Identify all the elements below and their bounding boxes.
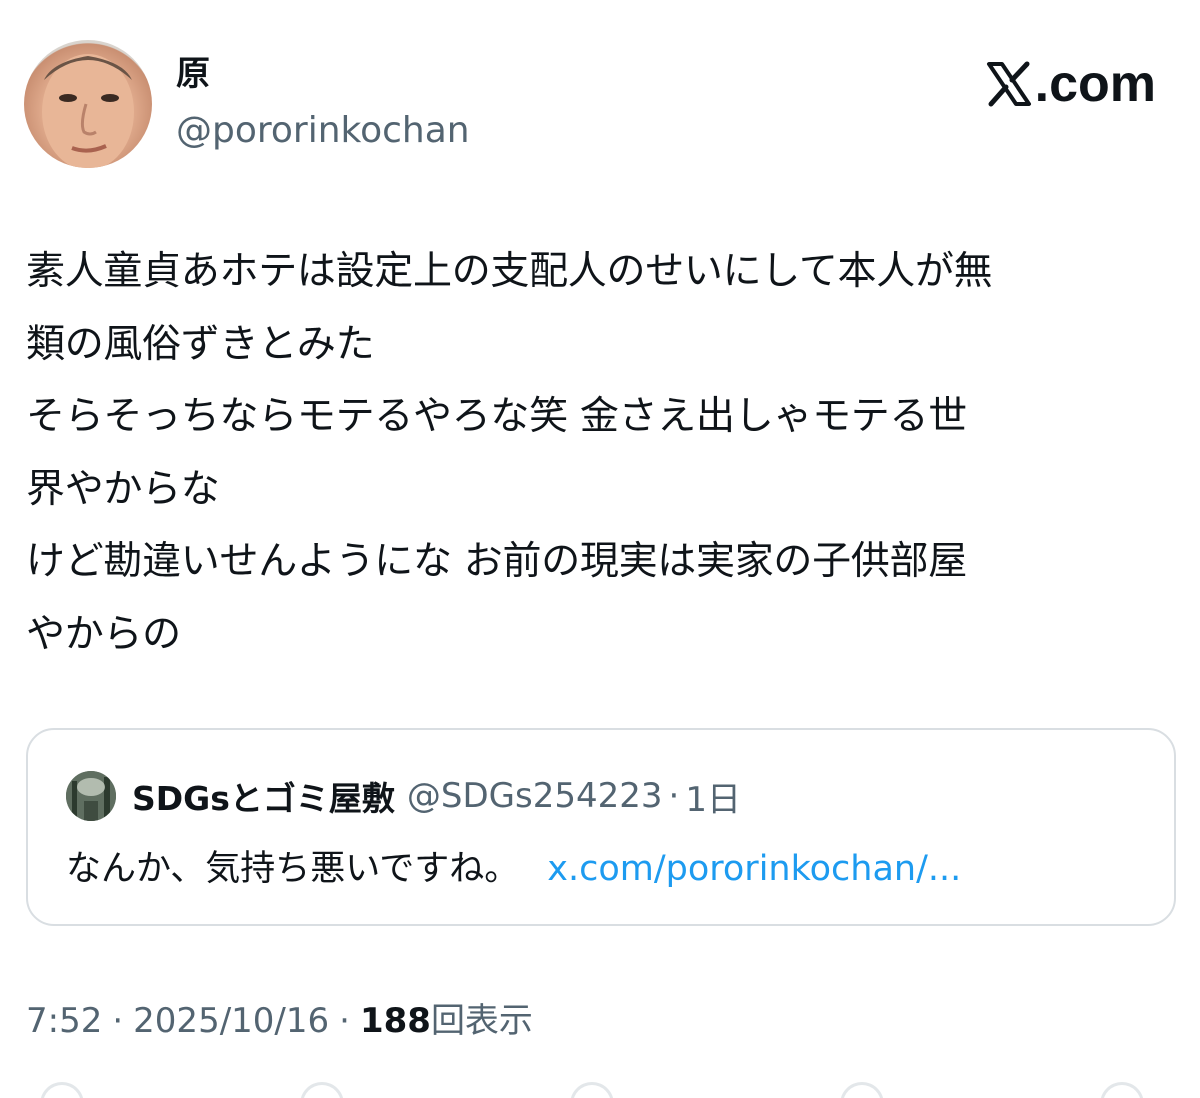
author-handle[interactable]: @pororinkochan	[176, 108, 470, 154]
quoted-author-name[interactable]: SDGsとゴミ屋敷	[132, 772, 395, 820]
x-brand-logo: .com	[985, 54, 1156, 114]
quoted-tweet-card[interactable]: SDGsとゴミ屋敷 @SDGs254223 · 1日 なんか、気持ち悪いですね。…	[26, 728, 1176, 926]
tweet-line: 類の風俗ずきとみた	[26, 321, 375, 367]
view-count-label: 回表示	[430, 1001, 533, 1041]
meta-separator: ·	[339, 1001, 350, 1041]
tweet-text: 素人童貞あホテは設定上の支配人のせいにして本人が無 類の風俗ずきとみた そらそっ…	[26, 236, 1186, 671]
tweet-date[interactable]: 2025/10/16	[133, 1001, 329, 1041]
author-avatar[interactable]	[24, 40, 152, 168]
tweet-line: 界やからな	[26, 466, 220, 512]
quoted-author-avatar[interactable]	[66, 771, 116, 821]
tweet-line: やからの	[26, 611, 181, 657]
quoted-separator: ·	[668, 776, 680, 816]
tweet-time[interactable]: 7:52	[26, 1001, 102, 1041]
quoted-timestamp[interactable]: 1日	[685, 772, 741, 821]
tweet-line: そらそっちならモテるやろな笑 金さえ出しゃモテる世	[26, 394, 967, 439]
reply-icon[interactable]	[40, 1082, 84, 1098]
meta-separator: ·	[112, 1001, 124, 1041]
quoted-tweet-header: SDGsとゴミ屋敷 @SDGs254223 · 1日	[66, 770, 741, 822]
quoted-author-handle[interactable]: @SDGs254223	[407, 776, 663, 816]
tweet-screenshot: 原 @pororinkochan .com 素人童貞あホテは設定上の支配人のせい…	[0, 0, 1200, 1098]
bookmark-icon[interactable]	[840, 1082, 884, 1098]
tweet-meta: 7:52 · 2025/10/16 · 188回表示	[26, 998, 533, 1044]
repost-icon[interactable]	[300, 1082, 344, 1098]
x-logo-icon	[986, 61, 1031, 107]
tweet-line: 素人童貞あホテは設定上の支配人のせいにして本人が無	[26, 249, 993, 294]
like-icon[interactable]	[570, 1082, 614, 1098]
tweet-line: けど勘違いせんようにな お前の現実は実家の子供部屋	[26, 539, 967, 584]
share-icon[interactable]	[1100, 1082, 1144, 1098]
author-display-name[interactable]: 原	[176, 52, 210, 96]
quoted-link[interactable]: x.com/pororinkochan/...	[547, 849, 961, 889]
view-count: 188	[359, 1001, 431, 1041]
action-bar	[0, 1082, 1200, 1098]
quoted-text: なんか、気持ち悪いですね。	[66, 849, 520, 889]
quoted-tweet-text: なんか、気持ち悪いですね。 x.com/pororinkochan/...	[66, 846, 961, 892]
brand-text: .com	[1034, 55, 1156, 113]
